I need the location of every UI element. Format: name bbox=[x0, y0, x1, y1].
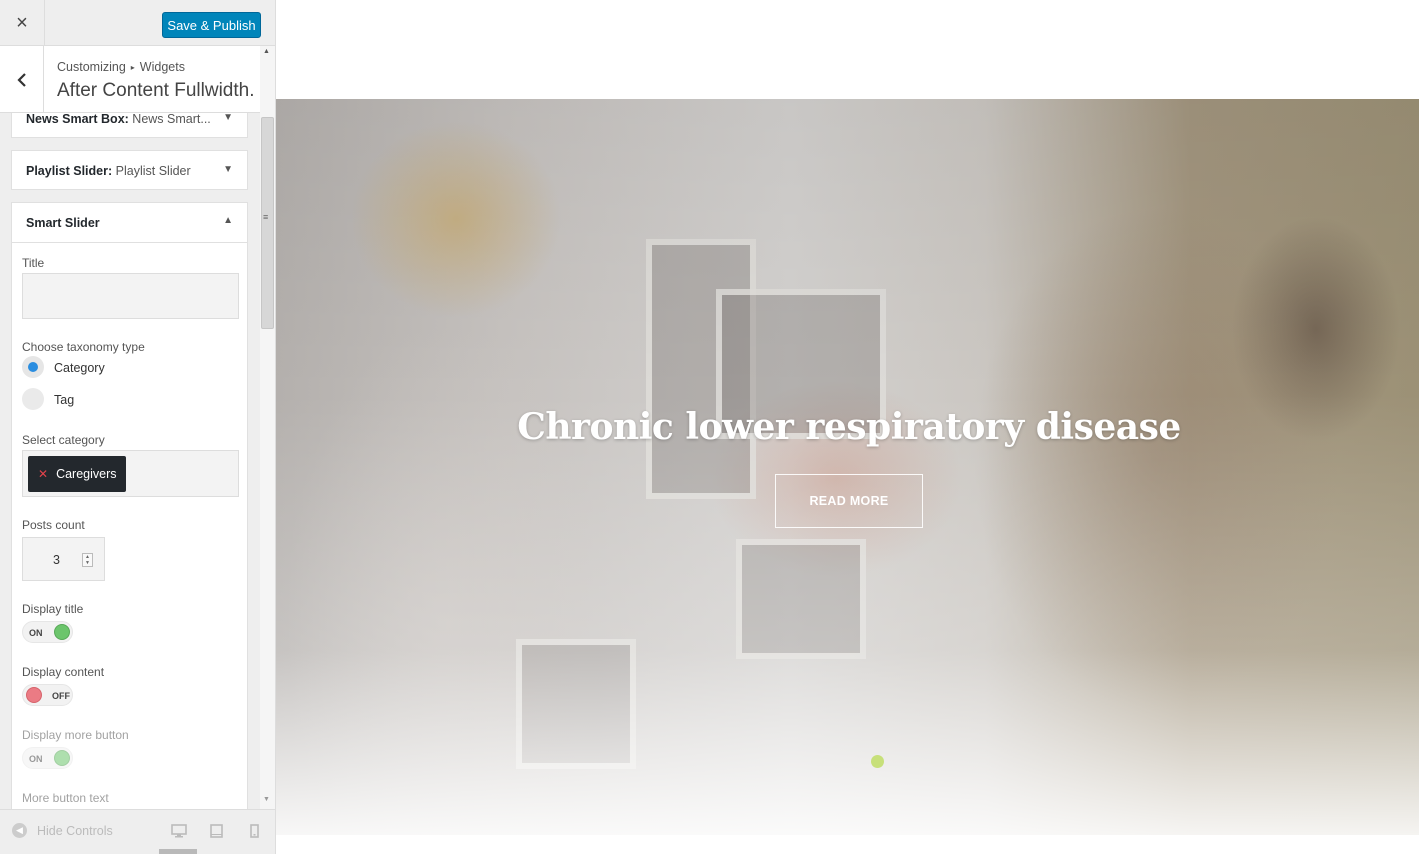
active-device-indicator bbox=[159, 849, 197, 854]
title-input[interactable] bbox=[22, 273, 239, 319]
sidebar-footer: ◀ Hide Controls bbox=[0, 809, 275, 854]
hero-gradient-overlay bbox=[276, 99, 1419, 835]
section-header: Customizing ▸ Widgets After Content Fullwi… bbox=[0, 46, 260, 113]
hero-slider: Chronic lower respiratory disease READ M… bbox=[276, 99, 1419, 835]
widget-smart-slider-header[interactable]: Smart Slider ▲ bbox=[12, 203, 247, 243]
hide-controls-button[interactable]: ◀ Hide Controls bbox=[12, 823, 113, 838]
customizer-sidebar: × Save & Publish Customizing ▸ Widgets Aft… bbox=[0, 0, 276, 854]
sidebar-scroll-area: Customizing ▸ Widgets After Content Fullwi… bbox=[0, 46, 260, 809]
posts-count-value: 3 bbox=[53, 553, 60, 567]
mobile-icon[interactable] bbox=[250, 824, 259, 843]
collapse-circle-icon: ◀ bbox=[12, 823, 27, 838]
posts-count-label: Posts count bbox=[22, 518, 85, 532]
scroll-up-icon[interactable]: ▲ bbox=[263, 48, 270, 55]
tablet-icon[interactable] bbox=[210, 824, 223, 843]
toggle-state: OFF bbox=[52, 691, 70, 701]
radio-category[interactable] bbox=[22, 356, 44, 378]
desktop-icon[interactable] bbox=[171, 824, 187, 843]
widget-subtitle: News Smart... bbox=[132, 112, 211, 126]
expand-arrow-icon[interactable]: ▼ bbox=[223, 112, 233, 123]
radio-tag-label: Tag bbox=[54, 393, 75, 407]
customizer-app: × Save & Publish Customizing ▸ Widgets Aft… bbox=[0, 0, 1419, 854]
toggle-knob bbox=[26, 687, 42, 703]
widget-label: News Smart Box: News Smart... bbox=[26, 112, 211, 126]
close-icon[interactable]: × bbox=[0, 0, 45, 46]
posts-count-input[interactable]: 3 ▲ ▼ bbox=[22, 537, 105, 581]
section-title: After Content Fullwidth... bbox=[57, 80, 253, 101]
sidebar-scrollbar[interactable]: ▲ ≡ ▼ bbox=[260, 46, 275, 809]
category-tag-label: Caregivers bbox=[56, 467, 117, 481]
widget-name: Playlist Slider: bbox=[26, 164, 113, 178]
collapse-arrow-icon[interactable]: ▲ bbox=[223, 215, 233, 226]
category-tag: ✕ Caregivers bbox=[28, 456, 126, 492]
widget-name: Smart Slider bbox=[26, 216, 100, 230]
display-more-toggle[interactable]: ON bbox=[22, 747, 73, 769]
display-content-label: Display content bbox=[22, 665, 105, 679]
toggle-state: ON bbox=[29, 628, 43, 638]
toggle-knob bbox=[54, 750, 70, 766]
taxonomy-label: Choose taxonomy type bbox=[22, 340, 145, 354]
widget-smart-slider: Smart Slider ▲ Title Choose taxonomy typ… bbox=[11, 202, 248, 809]
widget-name: News Smart Box: bbox=[26, 112, 129, 126]
display-content-toggle[interactable]: OFF bbox=[22, 684, 73, 706]
scroll-grip-icon: ≡ bbox=[263, 212, 269, 222]
breadcrumb-separator-icon: ▸ bbox=[130, 63, 135, 72]
widget-label: Playlist Slider: Playlist Slider bbox=[26, 164, 191, 178]
toggle-knob bbox=[54, 624, 70, 640]
widget-playlist-slider[interactable]: Playlist Slider: Playlist Slider ▼ bbox=[11, 150, 248, 190]
sidebar-header: × Save & Publish bbox=[0, 0, 275, 46]
hide-controls-label: Hide Controls bbox=[37, 823, 113, 838]
title-label: Title bbox=[22, 256, 45, 270]
toggle-state: ON bbox=[29, 754, 43, 764]
radio-tag[interactable] bbox=[22, 388, 44, 410]
scroll-down-icon[interactable]: ▼ bbox=[263, 796, 270, 803]
breadcrumb-item-customizing: Customizing bbox=[57, 60, 126, 74]
scrollbar-thumb[interactable] bbox=[261, 117, 274, 329]
more-button-text-label: More button text bbox=[22, 791, 109, 805]
display-title-label: Display title bbox=[22, 602, 84, 616]
display-more-label: Display more button bbox=[22, 728, 129, 742]
back-icon[interactable] bbox=[0, 46, 44, 113]
site-preview: Chronic lower respiratory disease READ M… bbox=[276, 0, 1419, 854]
save-publish-button[interactable]: Save & Publish bbox=[162, 12, 261, 38]
category-select[interactable]: ✕ Caregivers bbox=[22, 450, 239, 497]
remove-tag-icon[interactable]: ✕ bbox=[38, 467, 48, 481]
category-label: Select category bbox=[22, 433, 105, 447]
radio-category-label: Category bbox=[54, 361, 105, 375]
breadcrumb-item-widgets: Widgets bbox=[139, 60, 185, 74]
widget-subtitle: Playlist Slider bbox=[115, 164, 191, 178]
slider-dot[interactable] bbox=[871, 755, 884, 768]
expand-arrow-icon[interactable]: ▼ bbox=[223, 164, 233, 175]
breadcrumb: Customizing ▸ Widgets bbox=[57, 60, 185, 74]
display-title-toggle[interactable]: ON bbox=[22, 621, 73, 643]
hero-title: Chronic lower respiratory disease bbox=[517, 406, 1181, 448]
stepper-icon[interactable]: ▲ ▼ bbox=[82, 553, 93, 567]
read-more-button[interactable]: READ MORE bbox=[775, 474, 923, 528]
